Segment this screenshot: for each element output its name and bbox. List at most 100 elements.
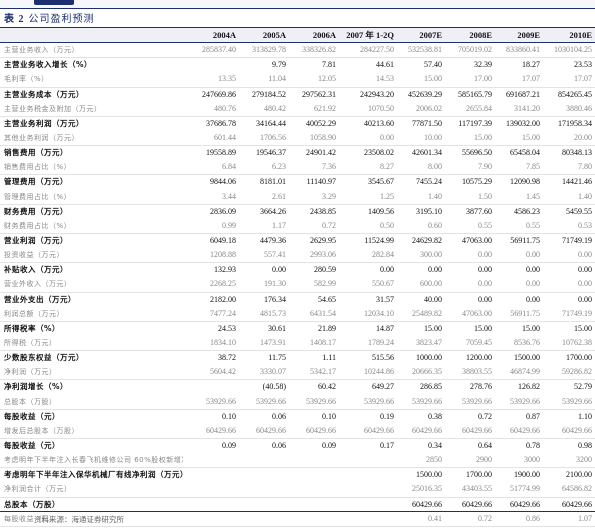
row-label: 少数股东权益（万元）	[4, 353, 84, 363]
value-cell: 117197.39	[458, 118, 492, 128]
table-row: 销售费用占比（%） 6.84 6.23 7.36 8.27 8.00 7.90 7.85 7.8…	[0, 160, 595, 175]
value-cell	[239, 482, 289, 497]
value-cell: 1000.00	[416, 353, 442, 363]
value-cell: 6.23	[272, 162, 286, 172]
table-header-row: 2004A 2005A 2006A 2007 年 1-2Q 2007E 2008E 2009…	[0, 27, 595, 43]
value-cell: 9844.06	[210, 177, 236, 187]
value-cell: 452639.29	[408, 89, 442, 99]
value-cell	[183, 512, 239, 527]
value-cell	[183, 497, 239, 512]
page-header-bar	[0, 0, 595, 8]
value-cell: 21.89	[318, 323, 336, 333]
row-label: 主营业务收入增长（%）	[4, 60, 93, 70]
value-cell: 0.55	[526, 220, 540, 230]
row-label: 主营业务成本（万元）	[4, 89, 84, 99]
table-row: 管理费用（万元） 9844.06 8181.01 11140.97 3545.67 745…	[0, 175, 595, 190]
value-cell: 53929.66	[364, 396, 394, 406]
value-cell: 3330.07	[260, 367, 286, 377]
value-cell: 3545.67	[368, 177, 394, 187]
value-cell: 300.00	[420, 250, 442, 260]
value-cell: 8536.76	[514, 338, 540, 348]
value-cell: 3141.20	[514, 103, 540, 113]
table-row: 总股本（万股） 60429.66 60429.66 60429.66 60429.66	[0, 497, 595, 512]
header-year-cell: 2010E	[543, 27, 595, 43]
earnings-forecast-table: 2004A 2005A 2006A 2007 年 1-2Q 2007E 2008E 2009…	[0, 27, 595, 527]
value-cell: 1.40	[578, 191, 592, 201]
row-label: 所得税率（%）	[4, 323, 61, 333]
value-cell: 247669.86	[202, 89, 236, 99]
value-cell: 60429.66	[562, 499, 592, 509]
value-cell: 1.40	[428, 191, 442, 201]
value-cell: 0.55	[478, 220, 492, 230]
row-label: 利润总额（万元）	[4, 309, 64, 318]
value-cell: 2850	[426, 455, 442, 465]
table-row: 主营业务收入（万元） 285837.40 313829.78 338326.82 284…	[0, 43, 595, 58]
value-cell: 47063.00	[462, 236, 492, 246]
table-row: 主营业务利润（万元） 37686.78 34164.44 40052.29 40213.…	[0, 116, 595, 131]
value-cell: 10762.38	[562, 338, 592, 348]
table-row: 补贴收入（万元） 132.93 0.00 280.59 0.00 0.00 0.00 0.00…	[0, 263, 595, 278]
value-cell: 17.00	[474, 74, 492, 84]
value-cell	[289, 512, 339, 527]
value-cell: 2268.25	[210, 279, 236, 289]
value-cell: 8.00	[428, 162, 442, 172]
value-cell: 32.39	[474, 60, 492, 70]
value-cell: 0.06	[272, 411, 286, 421]
value-cell: 0.00	[272, 265, 286, 275]
value-cell: 0.53	[578, 220, 592, 230]
value-cell: 6049.18	[210, 236, 236, 246]
table-row: 增发后总股本（万股） 60429.66 60429.66 60429.66 60429.…	[0, 424, 595, 439]
value-cell: 30.61	[268, 323, 286, 333]
value-cell: 3664.26	[260, 206, 286, 216]
value-cell: 0.00	[478, 265, 492, 275]
value-cell: 1700.00	[466, 470, 492, 480]
value-cell: 65458.04	[510, 148, 540, 158]
table-row: 毛利率（%） 13.35 11.04 12.05 14.53 15.00 17.00 17.0…	[0, 72, 595, 88]
value-cell: 0.06	[272, 441, 286, 450]
row-label: 管理费用占比（%）	[4, 192, 72, 201]
row-label: 财务费用（万元）	[4, 206, 68, 216]
value-cell: 40052.29	[306, 118, 336, 128]
value-cell	[339, 482, 397, 497]
value-cell: 5342.17	[310, 367, 336, 377]
row-label: 净利润增长（%）	[4, 382, 69, 392]
value-cell: 582.99	[314, 279, 336, 289]
value-cell: 0.41	[428, 513, 442, 523]
value-cell: 3823.47	[416, 338, 442, 348]
value-cell: 15.00	[424, 323, 442, 333]
value-cell: 7477.24	[210, 308, 236, 318]
value-cell: 64586.82	[562, 484, 592, 494]
value-cell: 3.29	[322, 191, 336, 201]
value-cell: 601.44	[214, 133, 236, 143]
value-cell: 0.86	[526, 513, 540, 523]
value-cell	[339, 468, 397, 483]
row-label: 财务费用占比（%）	[4, 221, 72, 230]
value-cell: 11.04	[268, 74, 286, 84]
value-cell: 1200.00	[466, 353, 492, 363]
row-label: 管理费用（万元）	[4, 177, 68, 187]
value-cell: 55696.50	[462, 148, 492, 158]
value-cell: 38.72	[218, 353, 236, 363]
value-cell	[339, 512, 397, 527]
value-cell: 15.00	[474, 133, 492, 143]
value-cell: 18.27	[522, 60, 540, 70]
value-cell: 8.27	[380, 162, 394, 172]
value-cell: 515.56	[372, 353, 394, 363]
value-cell: 60429.66	[206, 425, 236, 435]
value-cell: 7.36	[322, 162, 336, 172]
value-cell: 2182.00	[210, 294, 236, 304]
value-cell: 23508.02	[364, 148, 394, 158]
value-cell: 42601.34	[412, 148, 442, 158]
value-cell: 60429.66	[256, 425, 286, 435]
value-cell: 53929.66	[412, 396, 442, 406]
value-cell: 1.25	[380, 191, 394, 201]
value-cell: 3200	[576, 455, 592, 465]
row-label: 总股本（万股）	[4, 397, 57, 406]
value-cell: 191.30	[264, 279, 286, 289]
value-cell: 3880.46	[566, 103, 592, 113]
value-cell: 1409.56	[368, 206, 394, 216]
value-cell: 0.00	[526, 294, 540, 304]
value-cell	[239, 512, 289, 527]
value-cell: 60429.66	[562, 425, 592, 435]
value-cell: 1070.50	[368, 103, 394, 113]
